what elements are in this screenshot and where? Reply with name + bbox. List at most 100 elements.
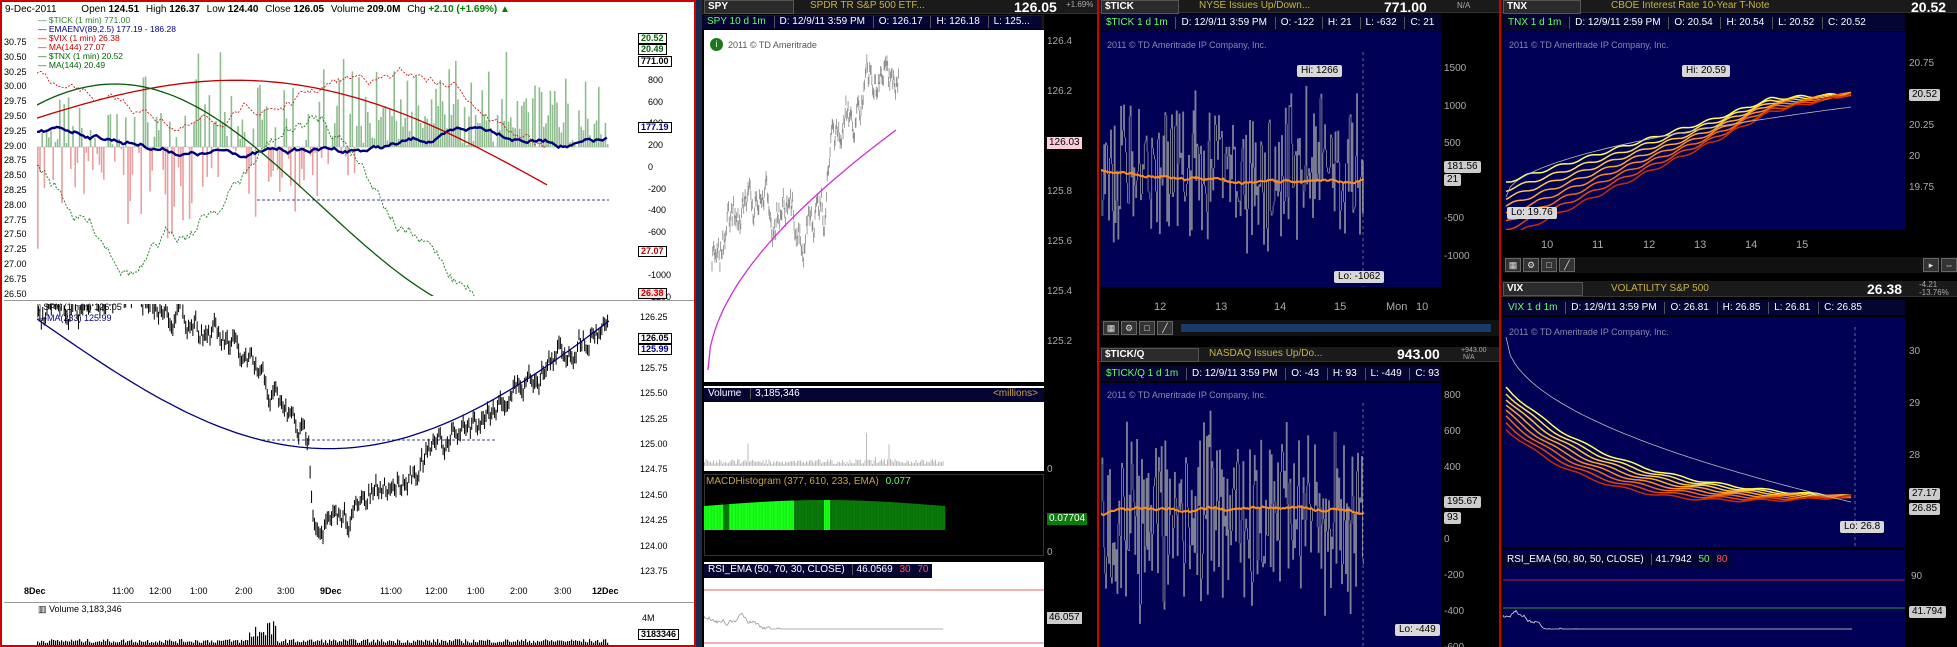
grid-icon[interactable]: ▦	[1103, 321, 1119, 335]
macd-bar	[899, 502, 901, 530]
volume-bar	[499, 641, 501, 645]
volume-bar	[485, 640, 487, 645]
symbol-selector[interactable]: TNX	[1503, 0, 1581, 14]
volume-bar	[779, 462, 780, 466]
tick-bar	[598, 86, 600, 147]
volume-bar	[199, 642, 201, 645]
volume-bar	[97, 641, 99, 645]
tick-bar	[65, 142, 68, 147]
volume-bar	[151, 641, 153, 645]
macd-bar	[780, 500, 783, 530]
rsi-header: RSI_EMA (50, 70, 30, CLOSE) 46.0569 30 7…	[704, 564, 933, 578]
settings-icon[interactable]: ⚙	[1523, 258, 1539, 272]
axis-tick-label: 11	[1592, 239, 1604, 251]
macd-bar	[905, 503, 907, 530]
macd-bar	[839, 500, 841, 530]
tick-bar	[180, 147, 182, 187]
spy-price-chart	[707, 54, 899, 371]
volume-bar	[788, 462, 789, 466]
volume-bar	[933, 461, 935, 466]
volume-bar	[867, 459, 869, 466]
last-price: 126.05	[1014, 0, 1057, 15]
symbol-selector[interactable]: $TICK	[1101, 0, 1179, 14]
macd-bar	[752, 502, 754, 530]
volume-bar	[267, 623, 269, 645]
axis-tick-label: 26.50	[4, 288, 27, 299]
volume-bar	[541, 641, 543, 645]
tick-bar	[70, 147, 72, 170]
volume-bar	[908, 461, 909, 466]
settings-icon[interactable]: ⚙	[1121, 321, 1137, 335]
vix-header: VIX VOLATILITY S&P 500 26.38 -4.21 -13.7…	[1501, 281, 1957, 297]
axis-tick-label: -400	[648, 205, 667, 216]
tick-bar	[303, 147, 305, 181]
vix-rsi-chart	[1503, 579, 1905, 630]
tick-bar	[122, 147, 125, 175]
volume-bar	[765, 459, 767, 466]
macd-bar	[944, 506, 946, 530]
tick-bar	[380, 117, 382, 147]
volume-bar	[155, 641, 157, 645]
tick-bar	[342, 58, 345, 148]
volume-bar	[283, 641, 285, 645]
tick-bar	[441, 101, 444, 147]
volume-bar	[872, 463, 873, 466]
axis-tick-label: 200	[648, 140, 664, 151]
tick-bar	[307, 114, 310, 147]
draw-icon[interactable]: ╱	[1157, 321, 1173, 335]
macd-bar	[936, 505, 939, 530]
volume-bar	[363, 639, 365, 645]
symbol-selector[interactable]: SPY	[704, 0, 794, 14]
tick-bar	[565, 78, 567, 147]
square-icon[interactable]: □	[1139, 321, 1155, 335]
scrollbar[interactable]	[1181, 324, 1491, 332]
macd-bar	[807, 500, 809, 530]
tick-bar	[514, 128, 516, 147]
volume-bar	[569, 640, 571, 645]
volume-bar	[195, 640, 197, 645]
macd-bar	[875, 501, 877, 530]
macd-bar	[813, 500, 815, 530]
macd-bar	[803, 500, 805, 530]
macd-bar	[765, 501, 767, 530]
symbol-selector[interactable]: VIX	[1503, 282, 1583, 296]
tick-bar	[534, 85, 536, 147]
grid-icon[interactable]: ▦	[1505, 258, 1521, 272]
axis-tick-label: 11:00	[380, 586, 402, 596]
tick-info-row: $TICK 1 d 1m D: 12/9/11 3:59 PM O: -122 …	[1101, 14, 1441, 31]
square-icon[interactable]: □	[1541, 258, 1557, 272]
axis-tick-label: 400	[1444, 462, 1461, 473]
tick-bar	[593, 123, 596, 147]
volume-bar	[143, 641, 145, 645]
macd-bar	[929, 504, 931, 530]
macd-bar	[797, 500, 799, 530]
tick-bar	[331, 136, 334, 147]
macd-bar	[725, 504, 727, 530]
symbol-selector[interactable]: $TICK/Q	[1101, 348, 1199, 362]
expand-icon[interactable]: ⇔	[1941, 258, 1957, 272]
tick-bar	[85, 147, 87, 153]
volume-bar	[885, 463, 887, 466]
volume-bar	[51, 639, 53, 645]
volume-bar	[259, 631, 261, 645]
macd-bar	[810, 500, 813, 530]
axis-tick-label: 19.75	[1909, 182, 1935, 193]
scroll-right-icon[interactable]: ▸	[1923, 258, 1939, 272]
volume-bar	[435, 641, 437, 645]
macd-bar	[869, 501, 871, 530]
volume-bar	[447, 642, 449, 645]
tick-bar	[488, 71, 490, 147]
axis-tick-label: 124.25	[640, 515, 668, 526]
tick-panels: $TICK NYSE Issues Up/Down... 771.00 N/A …	[1099, 0, 1499, 647]
volume-bar	[145, 641, 147, 645]
volume-bar	[421, 640, 423, 645]
volume-bar	[169, 639, 171, 645]
volume-bar	[241, 639, 243, 645]
draw-icon[interactable]: ╱	[1559, 258, 1575, 272]
axis-tick-label: 125.6	[1047, 236, 1073, 247]
macd-bar	[846, 500, 849, 530]
macd-bar	[849, 500, 851, 530]
tick-bar	[78, 107, 81, 147]
volume-bar	[525, 639, 527, 645]
tick-bar	[402, 126, 404, 147]
